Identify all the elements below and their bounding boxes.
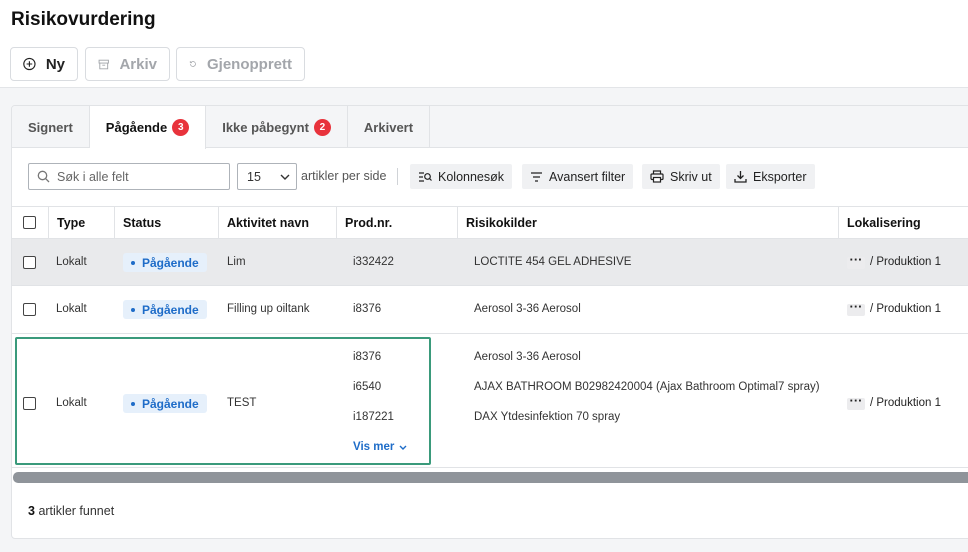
more-options-icon[interactable]: ··· [847, 300, 865, 316]
table-row[interactable]: Lokalt Pågående Filling up oiltank i8376… [12, 286, 968, 334]
print-label: Skriv ut [670, 169, 712, 184]
search-placeholder: Søk i alle felt [57, 169, 129, 184]
col-activity[interactable]: Aktivitet navn [219, 207, 337, 239]
location-cell: / Produktion 1 [870, 397, 941, 409]
top-bar: Risikovurdering Ny Arkiv Gjenopprett [0, 0, 968, 88]
activity-cell: TEST [227, 397, 257, 409]
tab-label: Arkivert [363, 119, 414, 135]
column-search-label: Kolonnesøk [438, 169, 505, 184]
result-count-number: 3 [28, 504, 35, 518]
page-title: Risikovurdering [11, 9, 156, 30]
per-page-value: 15 [247, 169, 261, 184]
risk-cell: AJAX BATHROOM B02982420004 (Ajax Bathroo… [474, 381, 820, 393]
status-dot [131, 260, 135, 265]
archive-button[interactable]: Arkiv [85, 47, 170, 81]
advanced-filter-label: Avansert filter [549, 169, 626, 184]
per-page-label: artikler per side [301, 169, 387, 183]
activity-cell: Filling up oiltank [227, 303, 310, 315]
restore-button[interactable]: Gjenopprett [176, 47, 305, 81]
per-page-select[interactable]: 15 [237, 163, 297, 190]
tab-arkivert[interactable]: Arkivert [348, 106, 431, 148]
table-row[interactable]: Lokalt Pågående TEST i8376 i6540 i187221… [12, 334, 968, 468]
risk-cell: LOCTITE 454 GEL ADHESIVE [474, 256, 632, 268]
prod-cell: i8376 [353, 351, 382, 363]
risk-cell: Aerosol 3-36 Aerosol [474, 303, 581, 315]
type-cell: Lokalt [56, 256, 87, 268]
table-header: Type Status Aktivitet navn Prod.nr. Risi… [12, 206, 968, 239]
row-checkbox[interactable] [23, 303, 36, 316]
col-prodnr[interactable]: Prod.nr. [337, 207, 458, 239]
show-more-label: Vis mer [353, 441, 395, 453]
horizontal-scrollbar[interactable] [13, 472, 968, 483]
column-search-button[interactable]: Kolonnesøk [410, 164, 513, 189]
divider [397, 168, 398, 185]
tab-label: Signert [28, 119, 73, 135]
count-badge: 3 [172, 119, 190, 136]
location-cell: / Produktion 1 [870, 256, 941, 268]
result-count-label: artikler funnet [38, 504, 115, 518]
export-label: Eksporter [753, 169, 807, 184]
table-row[interactable]: Lokalt Pågående Lim i332422 LOCTITE 454 … [12, 239, 968, 286]
prod-cell: i8376 [353, 303, 382, 315]
restore-button-label: Gjenopprett [207, 55, 292, 73]
activity-cell: Lim [227, 256, 246, 268]
status-badge: Pågående [123, 394, 207, 413]
tab-label: Ikke påbegynt [222, 119, 309, 135]
tab-pagaende[interactable]: Pågående 3 [89, 106, 207, 149]
count-badge: 2 [313, 118, 331, 136]
col-type[interactable]: Type [49, 207, 115, 239]
search-icon [37, 170, 50, 183]
chevron-down-icon [280, 174, 290, 180]
status-dot [131, 307, 135, 312]
show-more-link[interactable]: Vis mer [353, 441, 407, 453]
select-all-checkbox[interactable] [23, 216, 36, 229]
col-location[interactable]: Lokalisering [839, 207, 968, 239]
status-dot [131, 401, 135, 406]
prod-cell: i6540 [353, 381, 382, 393]
location-label: Produktion 1 [876, 256, 941, 268]
search-input[interactable]: Søk i alle felt [28, 163, 230, 190]
prod-cell: i332422 [353, 256, 394, 268]
col-status[interactable]: Status [115, 207, 219, 239]
column-search-icon [419, 171, 432, 182]
new-button-label: Ny [45, 55, 65, 73]
select-all-cell [12, 207, 49, 239]
status-label: Pågående [142, 302, 199, 317]
prod-cell: i187221 [353, 411, 394, 423]
location-label: Produktion 1 [876, 303, 941, 315]
print-button[interactable]: Skriv ut [642, 164, 720, 189]
risk-cell: Aerosol 3-36 Aerosol [474, 351, 581, 363]
export-button[interactable]: Eksporter [726, 164, 815, 189]
tab-ikke-pabegynt[interactable]: Ikke påbegynt 2 [206, 106, 348, 148]
tab-label: Pågående [105, 120, 168, 135]
location-label: Produktion 1 [876, 397, 941, 409]
col-risk-sources[interactable]: Risikokilder [458, 207, 839, 239]
printer-icon [650, 170, 664, 183]
archive-icon [98, 59, 109, 69]
filter-icon [531, 171, 542, 182]
status-badge: Pågående [123, 253, 207, 272]
more-options-icon[interactable]: ··· [847, 253, 865, 269]
type-cell: Lokalt [56, 397, 87, 409]
download-icon [734, 171, 747, 183]
advanced-filter-button[interactable]: Avansert filter [522, 164, 634, 189]
status-label: Pågående [142, 255, 199, 270]
archive-button-label: Arkiv [119, 55, 157, 73]
plus-circle-icon [23, 57, 36, 71]
content-panel: Signert Pågående 3 Ikke påbegynt 2 Arkiver… [11, 105, 968, 539]
status-label: Pågående [142, 396, 199, 411]
status-tabs: Signert Pågående 3 Ikke påbegynt 2 Arkiver… [12, 106, 968, 149]
chevron-down-icon [399, 445, 407, 450]
status-badge: Pågående [123, 300, 207, 319]
risk-cell: DAX Ytdesinfektion 70 spray [474, 411, 621, 423]
more-options-icon[interactable]: ··· [847, 394, 865, 410]
row-checkbox[interactable] [23, 397, 36, 410]
tab-signert[interactable]: Signert [12, 106, 90, 148]
restore-icon [189, 61, 196, 67]
row-checkbox[interactable] [23, 256, 36, 269]
result-count: 3 artikler funnet [28, 504, 114, 518]
new-button[interactable]: Ny [10, 47, 78, 81]
type-cell: Lokalt [56, 303, 87, 315]
location-cell: / Produktion 1 [870, 303, 941, 315]
